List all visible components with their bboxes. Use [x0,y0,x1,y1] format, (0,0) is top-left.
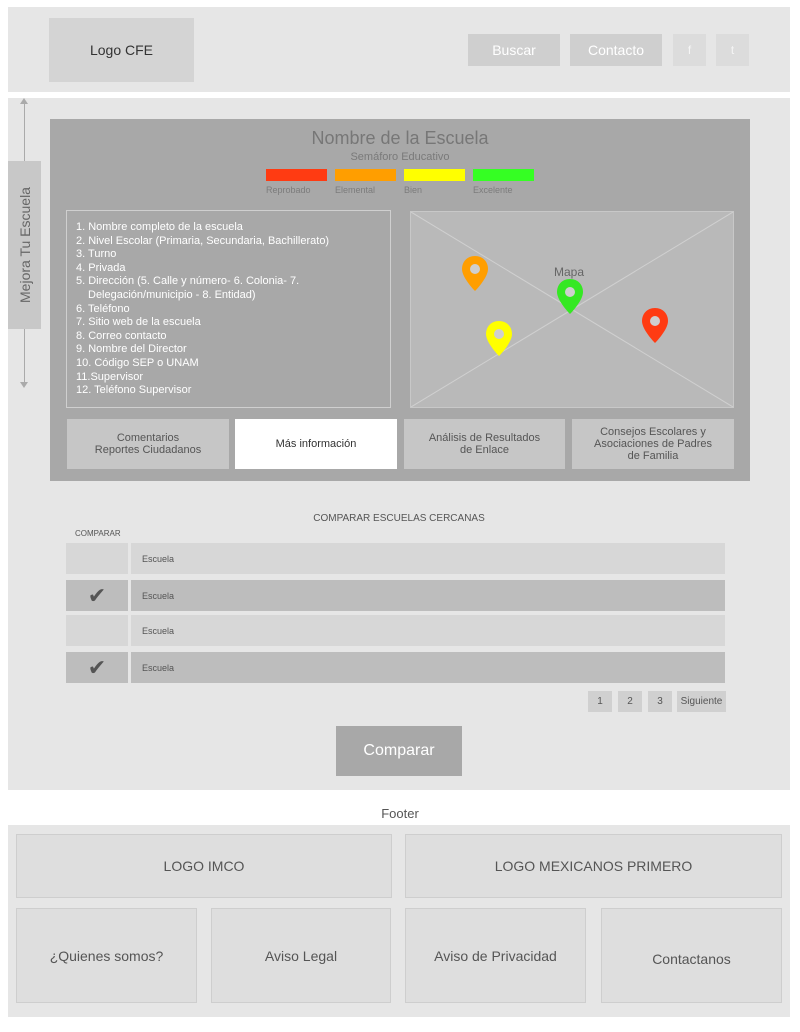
school-card: Nombre de la Escuela Semáforo Educativo … [50,119,750,481]
tab-mas-informacion[interactable]: Más información [235,419,397,469]
table-row[interactable]: Escuela [131,615,725,646]
info-item: 5. Dirección (5. Calle y número- 6. Colo… [76,275,300,288]
map[interactable]: Mapa [410,211,734,408]
next-page-button[interactable]: Siguiente [677,691,726,712]
side-tab-label: Mejora Tu Escuela [16,187,33,303]
table-row[interactable]: Escuela [131,543,725,574]
logo-mexicanos-primero[interactable]: LOGO MEXICANOS PRIMERO [405,834,782,898]
info-item: 8. Correo contacto [76,329,167,342]
aviso-privacidad-link[interactable]: Aviso de Privacidad [405,908,586,1003]
map-label: Mapa [554,265,585,279]
compare-column-header: COMPARAR [75,529,121,538]
table-row[interactable]: Escuela [131,580,725,611]
compare-checkbox[interactable]: ✔ [66,652,128,683]
light-label-elemental: Elemental [335,185,376,195]
footer-label: Footer [381,806,419,821]
compare-checkbox[interactable]: ✔ [66,580,128,611]
contacto-button[interactable]: Contacto [570,34,662,66]
page-button-2[interactable]: 2 [618,691,642,712]
school-name: Nombre de la Escuela [311,128,489,148]
tab-analisis-resultados[interactable]: Análisis de Resultados de Enlace [404,419,565,469]
checkmark-icon: ✔ [87,582,107,608]
info-item: 6. Teléfono [76,302,130,315]
info-item: 9. Nombre del Director [76,343,187,356]
light-label-bien: Bien [404,185,423,195]
info-item: Delegación/municipio - 8. Entidad) [88,288,256,301]
main-section: Mejora Tu Escuela Nombre de la Escuela S… [8,98,790,790]
arrow-up-icon [20,98,28,104]
semaforo-title: Semáforo Educativo [350,151,450,163]
footer: LOGO IMCO LOGO MEXICANOS PRIMERO ¿Quiene… [8,825,790,1017]
compare-checkbox[interactable] [66,615,128,646]
map-pin-yellow-icon[interactable] [485,320,513,358]
header: Logo CFE Buscar Contacto f t [8,7,790,92]
tab-consejos-escolares[interactable]: Consejos Escolares y Asociaciones de Pad… [572,419,734,469]
info-item: 12. Teléfono Supervisor [76,384,192,397]
info-item: 1. Nombre completo de la escuela [76,221,243,233]
tab-comentarios[interactable]: Comentarios Reportes Ciudadanos [67,419,229,469]
map-pin-red-icon[interactable] [641,307,669,345]
school-info-list: 1. Nombre completo de la escuela 2. Nive… [66,210,391,408]
twitter-icon[interactable]: t [716,34,749,66]
map-pin-orange-icon[interactable] [461,255,489,293]
logo-cfe[interactable]: Logo CFE [49,18,194,82]
map-pin-green-icon[interactable] [556,278,584,316]
aviso-legal-link[interactable]: Aviso Legal [211,908,391,1003]
light-reprobado [266,169,327,181]
info-item: 10. Código SEP o UNAM [76,356,199,369]
info-item: 7. Sitio web de la escuela [76,316,201,329]
mejora-tu-escuela-tab[interactable]: Mejora Tu Escuela [8,161,41,329]
checkmark-icon: ✔ [87,654,107,680]
contactanos-link[interactable]: Contactanos [601,908,782,1003]
light-elemental [335,169,396,181]
compare-checkbox[interactable] [66,543,128,574]
light-excelente [473,169,534,181]
light-label-excelente: Excelente [473,185,513,195]
page-button-1[interactable]: 1 [588,691,612,712]
light-label-reprobado: Reprobado [266,185,311,195]
comparar-button[interactable]: Comparar [336,726,462,776]
info-item: 3. Turno [76,248,117,261]
compare-title: COMPARAR ESCUELAS CERCANAS [313,513,485,524]
page-button-3[interactable]: 3 [648,691,672,712]
facebook-icon[interactable]: f [673,34,706,66]
info-item: 11.Supervisor [76,370,144,383]
logo-imco[interactable]: LOGO IMCO [16,834,392,898]
arrow-down-icon [20,382,28,388]
buscar-button[interactable]: Buscar [468,34,560,66]
table-row[interactable]: Escuela [131,652,725,683]
info-item: 4. Privada [76,261,126,274]
quienes-somos-link[interactable]: ¿Quienes somos? [16,908,197,1003]
info-item: 2. Nivel Escolar (Primaria, Secundaria, … [76,234,330,247]
light-bien [404,169,465,181]
